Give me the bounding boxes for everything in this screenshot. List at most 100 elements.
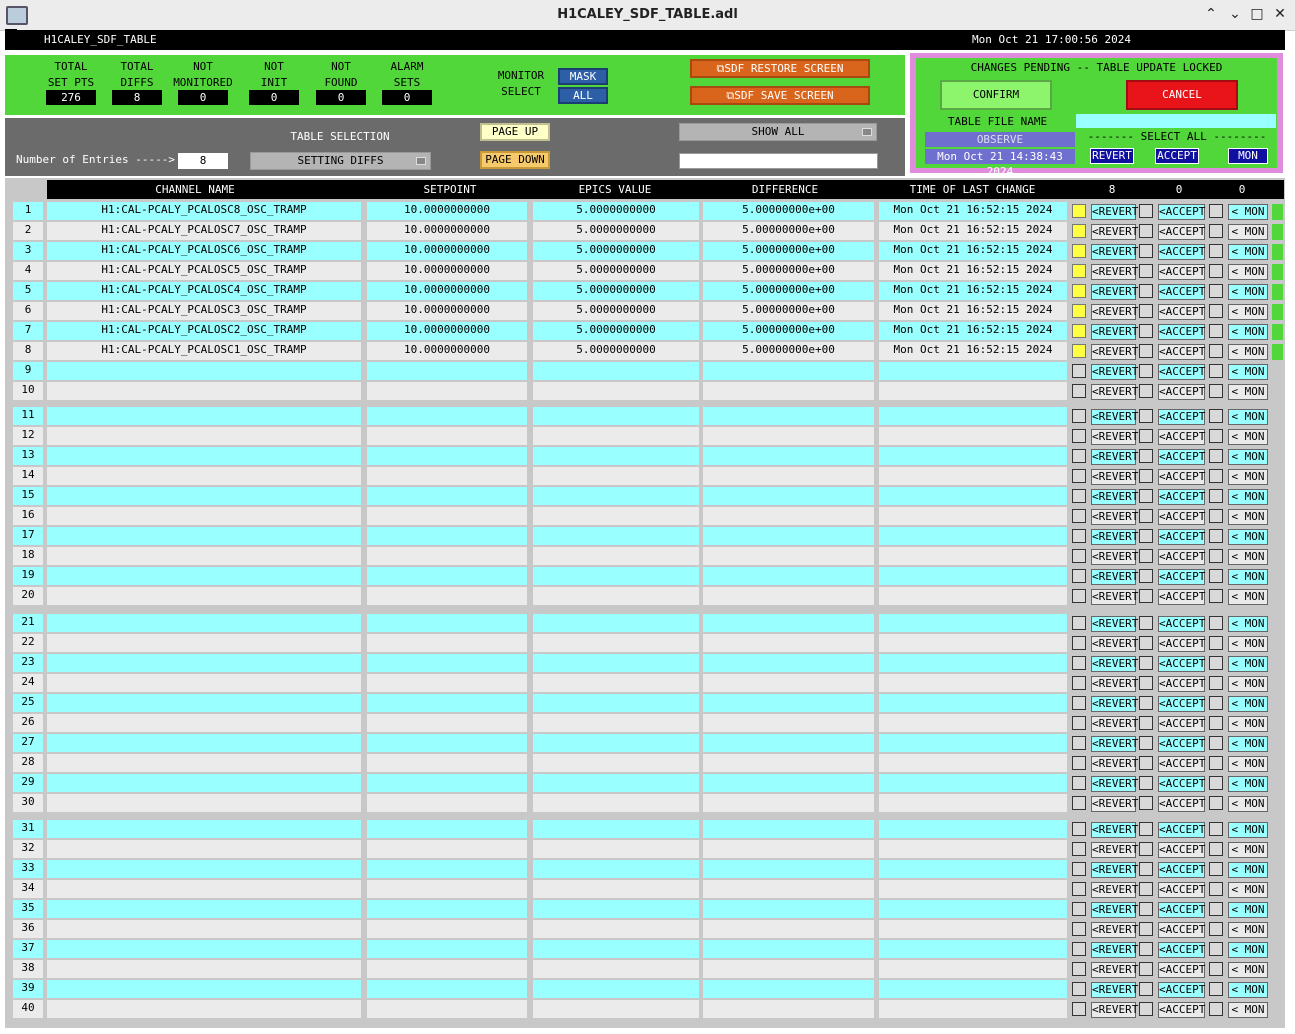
revert-checkbox[interactable] <box>1072 244 1086 258</box>
confirm-button[interactable]: CONFIRM <box>940 80 1052 110</box>
mon-checkbox[interactable] <box>1209 862 1223 876</box>
mon-button[interactable]: < MON <box>1228 862 1268 878</box>
accept-button[interactable]: <ACCEPT <box>1158 962 1205 978</box>
mon-button[interactable]: < MON <box>1228 429 1268 445</box>
accept-button[interactable]: <ACCEPT <box>1158 529 1205 545</box>
revert-checkbox[interactable] <box>1072 676 1086 690</box>
mon-checkbox[interactable] <box>1209 264 1223 278</box>
mon-checkbox[interactable] <box>1209 842 1223 856</box>
revert-checkbox[interactable] <box>1072 449 1086 463</box>
accept-button[interactable]: <ACCEPT <box>1158 736 1205 752</box>
accept-button[interactable]: <ACCEPT <box>1158 982 1205 998</box>
accept-checkbox[interactable] <box>1139 716 1153 730</box>
accept-checkbox[interactable] <box>1139 469 1153 483</box>
accept-button[interactable]: <ACCEPT <box>1158 569 1205 585</box>
accept-button[interactable]: <ACCEPT <box>1158 364 1205 380</box>
mon-checkbox[interactable] <box>1209 589 1223 603</box>
accept-button[interactable]: <ACCEPT <box>1158 636 1205 652</box>
minimize-button[interactable]: ⌃ <box>1203 6 1219 22</box>
page-down-button[interactable]: PAGE DOWN <box>480 151 550 169</box>
accept-button[interactable]: <ACCEPT <box>1158 549 1205 565</box>
sdf-save-screen-button[interactable]: ⧉SDF SAVE SCREEN <box>690 86 870 105</box>
revert-checkbox[interactable] <box>1072 882 1086 896</box>
page-up-button[interactable]: PAGE UP <box>480 123 550 141</box>
revert-button[interactable]: <REVERT <box>1091 656 1138 672</box>
accept-checkbox[interactable] <box>1139 489 1153 503</box>
accept-button[interactable]: <ACCEPT <box>1158 656 1205 672</box>
accept-checkbox[interactable] <box>1139 862 1153 876</box>
mon-checkbox[interactable] <box>1209 616 1223 630</box>
mon-checkbox[interactable] <box>1209 882 1223 896</box>
mon-checkbox[interactable] <box>1209 716 1223 730</box>
accept-button[interactable]: <ACCEPT <box>1158 882 1205 898</box>
mon-button[interactable]: < MON <box>1228 716 1268 732</box>
mon-checkbox[interactable] <box>1209 224 1223 238</box>
mon-button[interactable]: < MON <box>1228 344 1268 360</box>
revert-checkbox[interactable] <box>1072 204 1086 218</box>
revert-checkbox[interactable] <box>1072 409 1086 423</box>
mon-checkbox[interactable] <box>1209 822 1223 836</box>
mon-button[interactable]: < MON <box>1228 569 1268 585</box>
accept-button[interactable]: <ACCEPT <box>1158 696 1205 712</box>
mon-checkbox[interactable] <box>1209 384 1223 398</box>
mon-checkbox[interactable] <box>1209 962 1223 976</box>
mon-button[interactable]: < MON <box>1228 449 1268 465</box>
revert-button[interactable]: <REVERT <box>1091 842 1138 858</box>
mon-button[interactable]: < MON <box>1228 589 1268 605</box>
revert-checkbox[interactable] <box>1072 384 1086 398</box>
mon-checkbox[interactable] <box>1209 449 1223 463</box>
accept-button[interactable]: <ACCEPT <box>1158 776 1205 792</box>
accept-button[interactable]: <ACCEPT <box>1158 264 1205 280</box>
accept-checkbox[interactable] <box>1139 982 1153 996</box>
mon-button[interactable]: < MON <box>1228 549 1268 565</box>
mon-button[interactable]: < MON <box>1228 469 1268 485</box>
revert-button[interactable]: <REVERT <box>1091 409 1138 425</box>
accept-checkbox[interactable] <box>1139 796 1153 810</box>
mon-checkbox[interactable] <box>1209 364 1223 378</box>
revert-checkbox[interactable] <box>1072 942 1086 956</box>
select-all-mon-button[interactable]: MON <box>1228 148 1268 164</box>
revert-checkbox[interactable] <box>1072 489 1086 503</box>
mon-button[interactable]: < MON <box>1228 1002 1268 1018</box>
revert-checkbox[interactable] <box>1072 862 1086 876</box>
revert-checkbox[interactable] <box>1072 656 1086 670</box>
revert-button[interactable]: <REVERT <box>1091 676 1138 692</box>
revert-button[interactable]: <REVERT <box>1091 902 1138 918</box>
mon-button[interactable]: < MON <box>1228 676 1268 692</box>
revert-button[interactable]: <REVERT <box>1091 224 1138 240</box>
revert-button[interactable]: <REVERT <box>1091 736 1138 752</box>
mon-checkbox[interactable] <box>1209 549 1223 563</box>
revert-button[interactable]: <REVERT <box>1091 942 1138 958</box>
accept-checkbox[interactable] <box>1139 409 1153 423</box>
accept-button[interactable]: <ACCEPT <box>1158 409 1205 425</box>
accept-button[interactable]: <ACCEPT <box>1158 676 1205 692</box>
revert-checkbox[interactable] <box>1072 922 1086 936</box>
mon-checkbox[interactable] <box>1209 569 1223 583</box>
accept-button[interactable]: <ACCEPT <box>1158 922 1205 938</box>
accept-button[interactable]: <ACCEPT <box>1158 244 1205 260</box>
revert-button[interactable]: <REVERT <box>1091 549 1138 565</box>
mon-button[interactable]: < MON <box>1228 264 1268 280</box>
revert-button[interactable]: <REVERT <box>1091 1002 1138 1018</box>
cancel-button[interactable]: CANCEL <box>1126 80 1238 110</box>
revert-checkbox[interactable] <box>1072 982 1086 996</box>
accept-button[interactable]: <ACCEPT <box>1158 716 1205 732</box>
revert-button[interactable]: <REVERT <box>1091 244 1138 260</box>
mon-button[interactable]: < MON <box>1228 796 1268 812</box>
mon-checkbox[interactable] <box>1209 902 1223 916</box>
revert-button[interactable]: <REVERT <box>1091 489 1138 505</box>
mon-button[interactable]: < MON <box>1228 736 1268 752</box>
mon-button[interactable]: < MON <box>1228 304 1268 320</box>
revert-checkbox[interactable] <box>1072 822 1086 836</box>
revert-checkbox[interactable] <box>1072 636 1086 650</box>
revert-checkbox[interactable] <box>1072 716 1086 730</box>
accept-button[interactable]: <ACCEPT <box>1158 1002 1205 1018</box>
mon-button[interactable]: < MON <box>1228 822 1268 838</box>
accept-button[interactable]: <ACCEPT <box>1158 384 1205 400</box>
mon-checkbox[interactable] <box>1209 284 1223 298</box>
mon-checkbox[interactable] <box>1209 942 1223 956</box>
mon-button[interactable]: < MON <box>1228 962 1268 978</box>
accept-checkbox[interactable] <box>1139 224 1153 238</box>
revert-button[interactable]: <REVERT <box>1091 616 1138 632</box>
accept-checkbox[interactable] <box>1139 756 1153 770</box>
